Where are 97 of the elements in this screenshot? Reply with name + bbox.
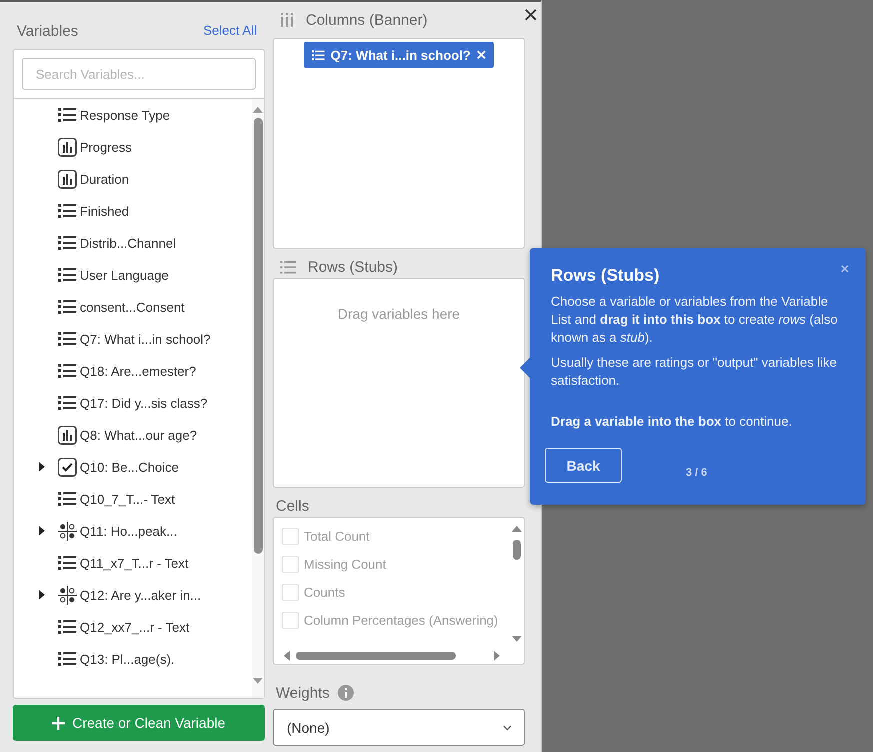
variable-name: Q10: Be...Choice	[80, 460, 179, 474]
scroll-left-icon[interactable]	[284, 651, 290, 661]
list-icon	[58, 300, 77, 314]
section-title: Columns (Banner)	[306, 12, 428, 28]
list-icon	[58, 108, 77, 122]
list-icon	[58, 268, 77, 282]
variable-item[interactable]: Progress	[14, 131, 252, 163]
variable-item[interactable]: Q7: What i...in school?	[14, 323, 252, 355]
variable-name: User Language	[80, 268, 169, 282]
section-title: Weights	[276, 684, 330, 702]
variable-name: Q12_xx7_...r - Text	[80, 620, 190, 634]
variable-name: Duration	[80, 172, 130, 186]
variable-item[interactable]: Finished	[14, 195, 252, 227]
scroll-right-icon[interactable]	[494, 651, 500, 661]
variable-item[interactable]: Response Type	[14, 99, 252, 131]
back-button[interactable]: Back	[545, 448, 622, 483]
tooltip-text: Usually these are ratings or "output" variables like satisfaction.	[551, 354, 838, 390]
variable-item[interactable]: consent...Consent	[14, 291, 252, 323]
scrollbar[interactable]	[252, 99, 264, 698]
expand-icon[interactable]	[39, 590, 45, 600]
variable-item[interactable]: Duration	[14, 163, 252, 195]
variable-name: Q10_7_T...- Text	[80, 492, 176, 506]
variable-item[interactable]: Q8: What...our age?	[14, 419, 252, 451]
weights-dropdown[interactable]: (None)	[273, 709, 525, 746]
matrix-icon	[58, 586, 77, 604]
variable-item[interactable]: Q12_xx7_...r - Text	[14, 611, 252, 643]
step-counter: 3 / 6	[686, 466, 708, 478]
variable-item[interactable]: Q10: Be...Choice	[14, 451, 252, 483]
columns-icon	[280, 13, 294, 27]
variable-item[interactable]: User Language	[14, 259, 252, 291]
list-icon	[312, 50, 325, 60]
scrollbar-thumb[interactable]	[513, 540, 521, 560]
scroll-down-icon[interactable]	[253, 678, 263, 684]
variable-item[interactable]: Q18: Are...emester?	[14, 355, 252, 387]
variable-item[interactable]: Q12: Are y...aker in...	[14, 579, 252, 611]
tooltip-title: Rows (Stubs)	[551, 266, 661, 286]
bar-chart-icon	[58, 138, 77, 156]
scroll-up-icon[interactable]	[253, 107, 263, 113]
search-field[interactable]: Search Variables...	[22, 58, 256, 90]
checkbox-icon	[58, 458, 77, 476]
variable-item[interactable]: Distrib...Channel	[14, 227, 252, 259]
info-icon[interactable]	[338, 685, 354, 701]
variable-name: Q12: Are y...aker in...	[80, 588, 202, 602]
list-icon	[58, 620, 77, 634]
variable-item[interactable]: Q13: Pl...age(s).	[14, 643, 252, 675]
option-label: Column Percentages (Answering)	[304, 612, 498, 628]
scroll-up-icon[interactable]	[512, 526, 522, 532]
expand-icon[interactable]	[39, 462, 45, 472]
drop-hint: Drag variables here	[338, 306, 460, 322]
variable-name: Distrib...Channel	[80, 236, 176, 250]
variable-name: Q18: Are...emester?	[80, 364, 196, 378]
tooltip-text: Drag a variable into the box to continue.	[551, 413, 794, 431]
remove-icon[interactable]	[476, 50, 486, 60]
close-icon[interactable]	[525, 9, 537, 21]
list-icon	[58, 236, 77, 250]
section-title: Cells	[276, 498, 310, 514]
list-icon	[58, 204, 77, 218]
option-label: Counts	[304, 584, 346, 600]
variable-item[interactable]: Q10_7_T...- Text	[14, 483, 252, 515]
variable-name: Progress	[80, 140, 132, 154]
variable-name: consent...Consent	[80, 300, 185, 314]
tooltip-text: Choose a variable or variables from the Variable List and drag it into this box to create rows (also known as a stub).	[551, 293, 839, 347]
bar-chart-icon	[58, 426, 77, 444]
scrollbar-thumb[interactable]	[296, 652, 456, 660]
chevron-down-icon	[503, 724, 512, 730]
option-label: Total Count	[304, 528, 370, 544]
list-icon	[58, 492, 77, 506]
select-all-link[interactable]: Select All	[204, 23, 257, 40]
list-icon	[58, 332, 77, 346]
variable-name: Q11: Ho...peak...	[80, 524, 178, 538]
expand-icon[interactable]	[39, 526, 45, 536]
variable-name: Response Type	[80, 108, 170, 122]
scrollbar-thumb[interactable]	[254, 118, 262, 554]
matrix-icon	[58, 522, 77, 540]
variable-name: Q7: What i...in school?	[80, 332, 211, 346]
bar-chart-icon	[58, 170, 77, 188]
section-title: Rows (Stubs)	[308, 258, 398, 276]
option-label: Missing Count	[304, 556, 386, 572]
scroll-down-icon[interactable]	[512, 636, 522, 642]
columns-drop-area[interactable]: Q7: What i...in school?	[273, 38, 525, 249]
variable-item[interactable]: Q11_x7_T...r - Text	[14, 547, 252, 579]
variable-name: Q13: Pl...age(s).	[80, 652, 175, 666]
create-variable-button[interactable]: Create or Clean Variable	[13, 705, 265, 741]
list-icon	[58, 652, 77, 666]
rows-icon	[280, 260, 296, 274]
list-icon	[58, 556, 77, 570]
variable-item[interactable]: Q11: Ho...peak...	[14, 515, 252, 547]
list-icon	[58, 396, 77, 410]
variable-name: Q17: Did y...sis class?	[80, 396, 208, 410]
variable-name: Finished	[80, 204, 130, 218]
variable-name: Q8: What...our age?	[80, 428, 198, 442]
variable-item[interactable]: Q17: Did y...sis class?	[14, 387, 252, 419]
plus-icon	[52, 716, 66, 730]
panel-title: Variables	[17, 23, 78, 40]
variable-name: Q11_x7_T...r - Text	[80, 556, 189, 570]
list-icon	[58, 364, 77, 378]
variable-chip[interactable]: Q7: What i...in school?	[304, 42, 494, 68]
